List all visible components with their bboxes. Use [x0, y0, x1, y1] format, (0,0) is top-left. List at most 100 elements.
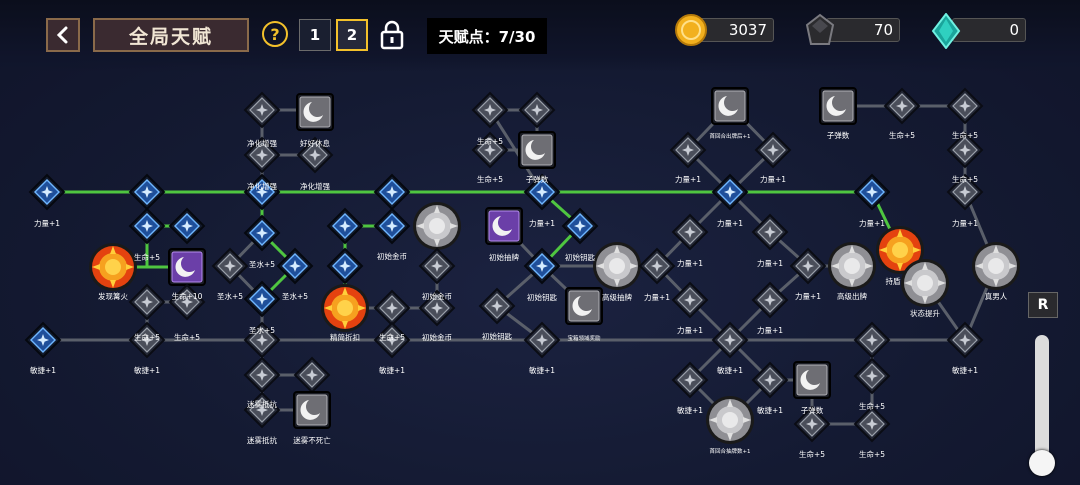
- talent-label: 精简折扣: [330, 332, 360, 342]
- talent-node-silver-sun[interactable]: [972, 242, 1020, 290]
- talent-node-unlocked[interactable]: [129, 174, 165, 210]
- talent-node[interactable]: [947, 322, 983, 358]
- zoom-slider-track[interactable]: [1035, 335, 1049, 465]
- talent-label: 首回合出牌后+1: [709, 132, 750, 140]
- talent-node-sun[interactable]: [89, 243, 137, 291]
- talent-node[interactable]: [244, 92, 280, 128]
- talent-node-unlocked[interactable]: [854, 174, 890, 210]
- talent-node[interactable]: [884, 88, 920, 124]
- zoom-slider-knob[interactable]: [1029, 450, 1055, 476]
- talent-node-moon[interactable]: [293, 391, 331, 429]
- talent-labels: 净化增强 好好休息 净化增强 净化增强 力量+1 生命+5 发现篝火 生命+10…: [30, 130, 1008, 459]
- talent-label: 初始钥匙: [527, 292, 557, 302]
- talent-label: 敏捷+1: [379, 365, 405, 375]
- talent-label: 敏捷+1: [677, 405, 703, 415]
- talent-node-purple-moon[interactable]: [485, 207, 523, 245]
- talent-label: 力量+1: [795, 291, 821, 301]
- talent-label: 力量+1: [717, 218, 743, 228]
- talent-label: 力量+1: [859, 218, 885, 228]
- talent-node-unlocked[interactable]: [169, 208, 205, 244]
- talent-node-unlocked[interactable]: [327, 248, 363, 284]
- talent-node[interactable]: [294, 357, 330, 393]
- talent-label: 生命+5: [477, 136, 503, 146]
- talent-label: 子弹数: [827, 130, 850, 140]
- talent-label: 敏捷+1: [717, 365, 743, 375]
- talent-label: 子弹数: [801, 405, 824, 415]
- talent-node-sun[interactable]: [321, 284, 369, 332]
- talent-label: 敏捷+1: [529, 365, 555, 375]
- talent-node-unlocked[interactable]: [327, 208, 363, 244]
- talent-label: 生命+5: [952, 174, 978, 184]
- talent-node[interactable]: [244, 357, 280, 393]
- talent-node[interactable]: [374, 290, 410, 326]
- talent-label: 生命+5: [799, 449, 825, 459]
- talent-label: 净化增强: [247, 181, 277, 191]
- talent-node-moon[interactable]: [296, 93, 334, 131]
- talent-node-purple-moon[interactable]: [168, 248, 206, 286]
- talent-node-silver-sun[interactable]: [593, 242, 641, 290]
- talent-node-silver-sun[interactable]: [706, 396, 754, 444]
- talent-label: 生命+5: [889, 130, 915, 140]
- talent-node[interactable]: [244, 392, 280, 428]
- talent-label: 圣水+5: [249, 325, 275, 335]
- talent-label: 净化增强: [300, 181, 330, 191]
- talent-label: 生命+5: [174, 332, 200, 342]
- talent-label: 子弹数: [526, 174, 549, 184]
- talent-nodes[interactable]: [25, 87, 1020, 444]
- talent-node-unlocked[interactable]: [374, 174, 410, 210]
- talent-label: 力量+1: [644, 292, 670, 302]
- talent-label: 圣水+5: [249, 259, 275, 269]
- talent-label: 敏捷+1: [134, 365, 160, 375]
- talent-node[interactable]: [169, 284, 205, 320]
- talent-label: 圣水+5: [282, 291, 308, 301]
- talent-label: 生命+5: [952, 130, 978, 140]
- talent-node-unlocked[interactable]: [374, 208, 410, 244]
- talent-node-unlocked[interactable]: [29, 174, 65, 210]
- talent-label: 状态提升: [910, 308, 940, 318]
- talent-node[interactable]: [854, 358, 890, 394]
- talent-node[interactable]: [472, 92, 508, 128]
- talent-label: 初始钥匙: [482, 331, 512, 341]
- talent-node[interactable]: [854, 322, 890, 358]
- talent-label: 初始抽牌: [489, 252, 519, 262]
- talent-label: 力量+1: [34, 218, 60, 228]
- talent-node-moon[interactable]: [518, 131, 556, 169]
- talent-label: 迷雾不死亡: [293, 435, 331, 445]
- talent-node[interactable]: [419, 248, 455, 284]
- talent-node-moon[interactable]: [793, 361, 831, 399]
- talent-label: 圣水+5: [217, 291, 243, 301]
- talent-tree: 净化增强 好好休息 净化增强 净化增强 力量+1 生命+5 发现篝火 生命+10…: [25, 87, 1020, 459]
- talent-label: 敏捷+1: [30, 365, 56, 375]
- talent-node[interactable]: [947, 88, 983, 124]
- talent-node-unlocked[interactable]: [244, 174, 280, 210]
- talent-node-moon[interactable]: [711, 87, 749, 125]
- talent-node[interactable]: [129, 284, 165, 320]
- talent-label: 高级抽牌: [602, 292, 632, 302]
- talent-node[interactable]: [854, 406, 890, 442]
- talent-node-unlocked[interactable]: [25, 322, 61, 358]
- reset-button[interactable]: R: [1028, 292, 1058, 318]
- talent-node-silver-sun[interactable]: [901, 259, 949, 307]
- talent-label: 宝箱领域奖励: [567, 334, 601, 342]
- talent-node[interactable]: [524, 322, 560, 358]
- talent-label: 初始金币: [377, 251, 407, 261]
- talent-label: 初始金币: [422, 291, 452, 301]
- talent-node-silver-sun[interactable]: [828, 242, 876, 290]
- talent-label: 生命+5: [477, 174, 503, 184]
- talent-label: 力量+1: [675, 174, 701, 184]
- talent-label: 力量+1: [677, 258, 703, 268]
- talent-label: 发现篝火: [98, 291, 128, 301]
- talent-label: 持盾: [886, 276, 901, 286]
- talent-label: 生命+5: [134, 332, 160, 342]
- talent-node-silver-sun[interactable]: [413, 202, 461, 250]
- talent-node-moon[interactable]: [565, 287, 603, 325]
- talent-label: 高级出牌: [837, 291, 867, 301]
- talent-label: 迷雾抵抗: [247, 435, 277, 445]
- talent-label: 初始金币: [422, 332, 452, 342]
- talent-node-unlocked[interactable]: [129, 208, 165, 244]
- talent-label: 生命+5: [134, 252, 160, 262]
- talent-label: 力量+1: [760, 174, 786, 184]
- talent-node-moon[interactable]: [819, 87, 857, 125]
- talent-label: 力量+1: [677, 325, 703, 335]
- talent-node[interactable]: [519, 92, 555, 128]
